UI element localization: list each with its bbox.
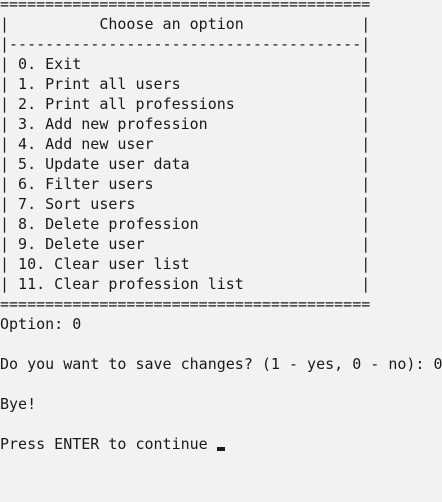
menu-item-filter-users: | 6. Filter users | <box>0 175 371 193</box>
continue-prompt: Press ENTER to continue <box>0 435 217 453</box>
menu-item-delete-user: | 9. Delete user | <box>0 235 371 253</box>
menu-border-bottom: ========================================… <box>0 295 371 313</box>
menu-border-top: ========================================… <box>0 0 371 13</box>
menu-separator: |---------------------------------------… <box>0 35 371 53</box>
option-line: Option: 0 <box>0 315 82 333</box>
menu-item-exit: | 0. Exit | <box>0 55 371 73</box>
menu-item-print-all-professions: | 2. Print all professions | <box>0 95 371 113</box>
menu-item-update-user-data: | 5. Update user data | <box>0 155 371 173</box>
save-prompt: Do you want to save changes? (1 - yes, 0… <box>0 355 442 373</box>
menu-item-add-new-profession: | 3. Add new profession | <box>0 115 371 133</box>
menu-title: | Choose an option | <box>0 15 371 33</box>
console-window[interactable]: ========================================… <box>0 0 442 502</box>
menu-item-delete-profession: | 8. Delete profession | <box>0 215 371 233</box>
menu-item-add-new-user: | 4. Add new user | <box>0 135 371 153</box>
menu-item-sort-users: | 7. Sort users | <box>0 195 371 213</box>
menu-item-clear-profession-list: | 11. Clear profession list | <box>0 275 371 293</box>
continue-prompt-line: Press ENTER to continue <box>0 434 225 454</box>
menu-item-print-all-users: | 1. Print all users | <box>0 75 371 93</box>
bye-message: Bye! <box>0 395 37 413</box>
text-cursor[interactable] <box>216 447 225 451</box>
menu-item-clear-user-list: | 10. Clear user list | <box>0 255 371 273</box>
